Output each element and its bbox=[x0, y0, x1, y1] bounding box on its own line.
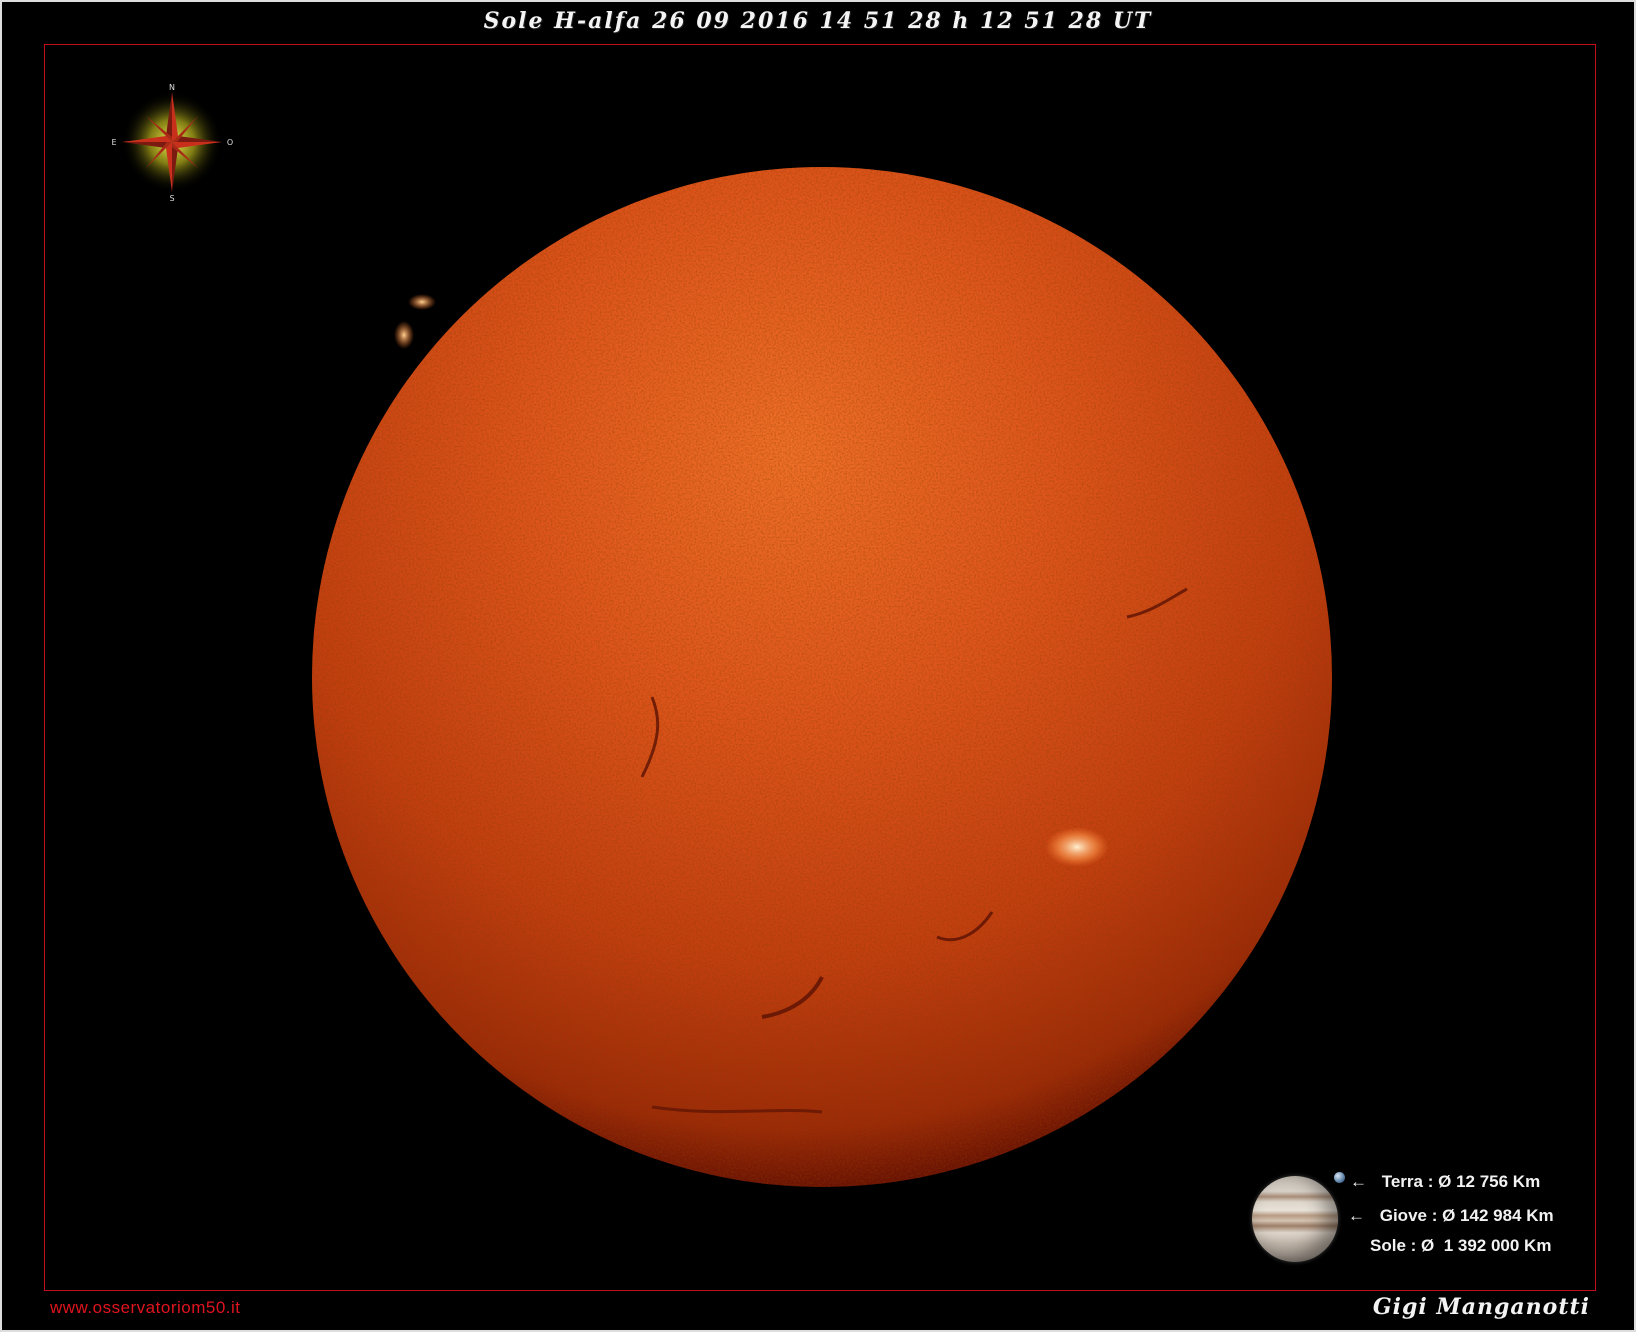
author-signature: Gigi Manganotti bbox=[1372, 1294, 1590, 1320]
legend-value: Ø 142 984 Km bbox=[1442, 1206, 1554, 1225]
photo-title: Sole H-alfa 26 09 2016 14 51 28 h 12 51 … bbox=[483, 8, 1153, 34]
prominence bbox=[408, 294, 436, 310]
legend-label: Sole : bbox=[1370, 1236, 1417, 1255]
legend-label: Giove : bbox=[1379, 1206, 1438, 1225]
compass-west: O bbox=[227, 138, 233, 147]
active-region bbox=[1045, 827, 1109, 867]
prominence bbox=[394, 321, 414, 349]
arrow-left-icon: ← bbox=[1348, 1206, 1365, 1225]
compass-south: S bbox=[169, 194, 174, 203]
sun-disk bbox=[302, 157, 1342, 1197]
legend-value: Ø 1 392 000 Km bbox=[1421, 1236, 1552, 1255]
jupiter-image bbox=[1252, 1176, 1338, 1262]
legend-row-jupiter: ← Giove : Ø 142 984 Km bbox=[1348, 1206, 1554, 1226]
website-link[interactable]: www.osservatoriom50.it bbox=[50, 1298, 241, 1318]
photo-page: Sole H-alfa 26 09 2016 14 51 28 h 12 51 … bbox=[0, 0, 1636, 1332]
compass-east: E bbox=[111, 138, 116, 147]
size-comparison-legend: ← Terra : Ø 12 756 Km ← Giove : Ø 142 98… bbox=[1252, 1162, 1592, 1262]
legend-row-sun: Sole : Ø 1 392 000 Km bbox=[1370, 1236, 1551, 1256]
compass-rose-icon: N S E O bbox=[102, 82, 242, 222]
earth-image bbox=[1334, 1172, 1345, 1183]
legend-value: Ø 12 756 Km bbox=[1438, 1172, 1541, 1191]
legend-row-earth: ← Terra : Ø 12 756 Km bbox=[1350, 1172, 1540, 1192]
arrow-left-icon: ← bbox=[1350, 1172, 1367, 1191]
compass-north: N bbox=[169, 83, 175, 92]
legend-label: Terra : bbox=[1381, 1172, 1434, 1191]
